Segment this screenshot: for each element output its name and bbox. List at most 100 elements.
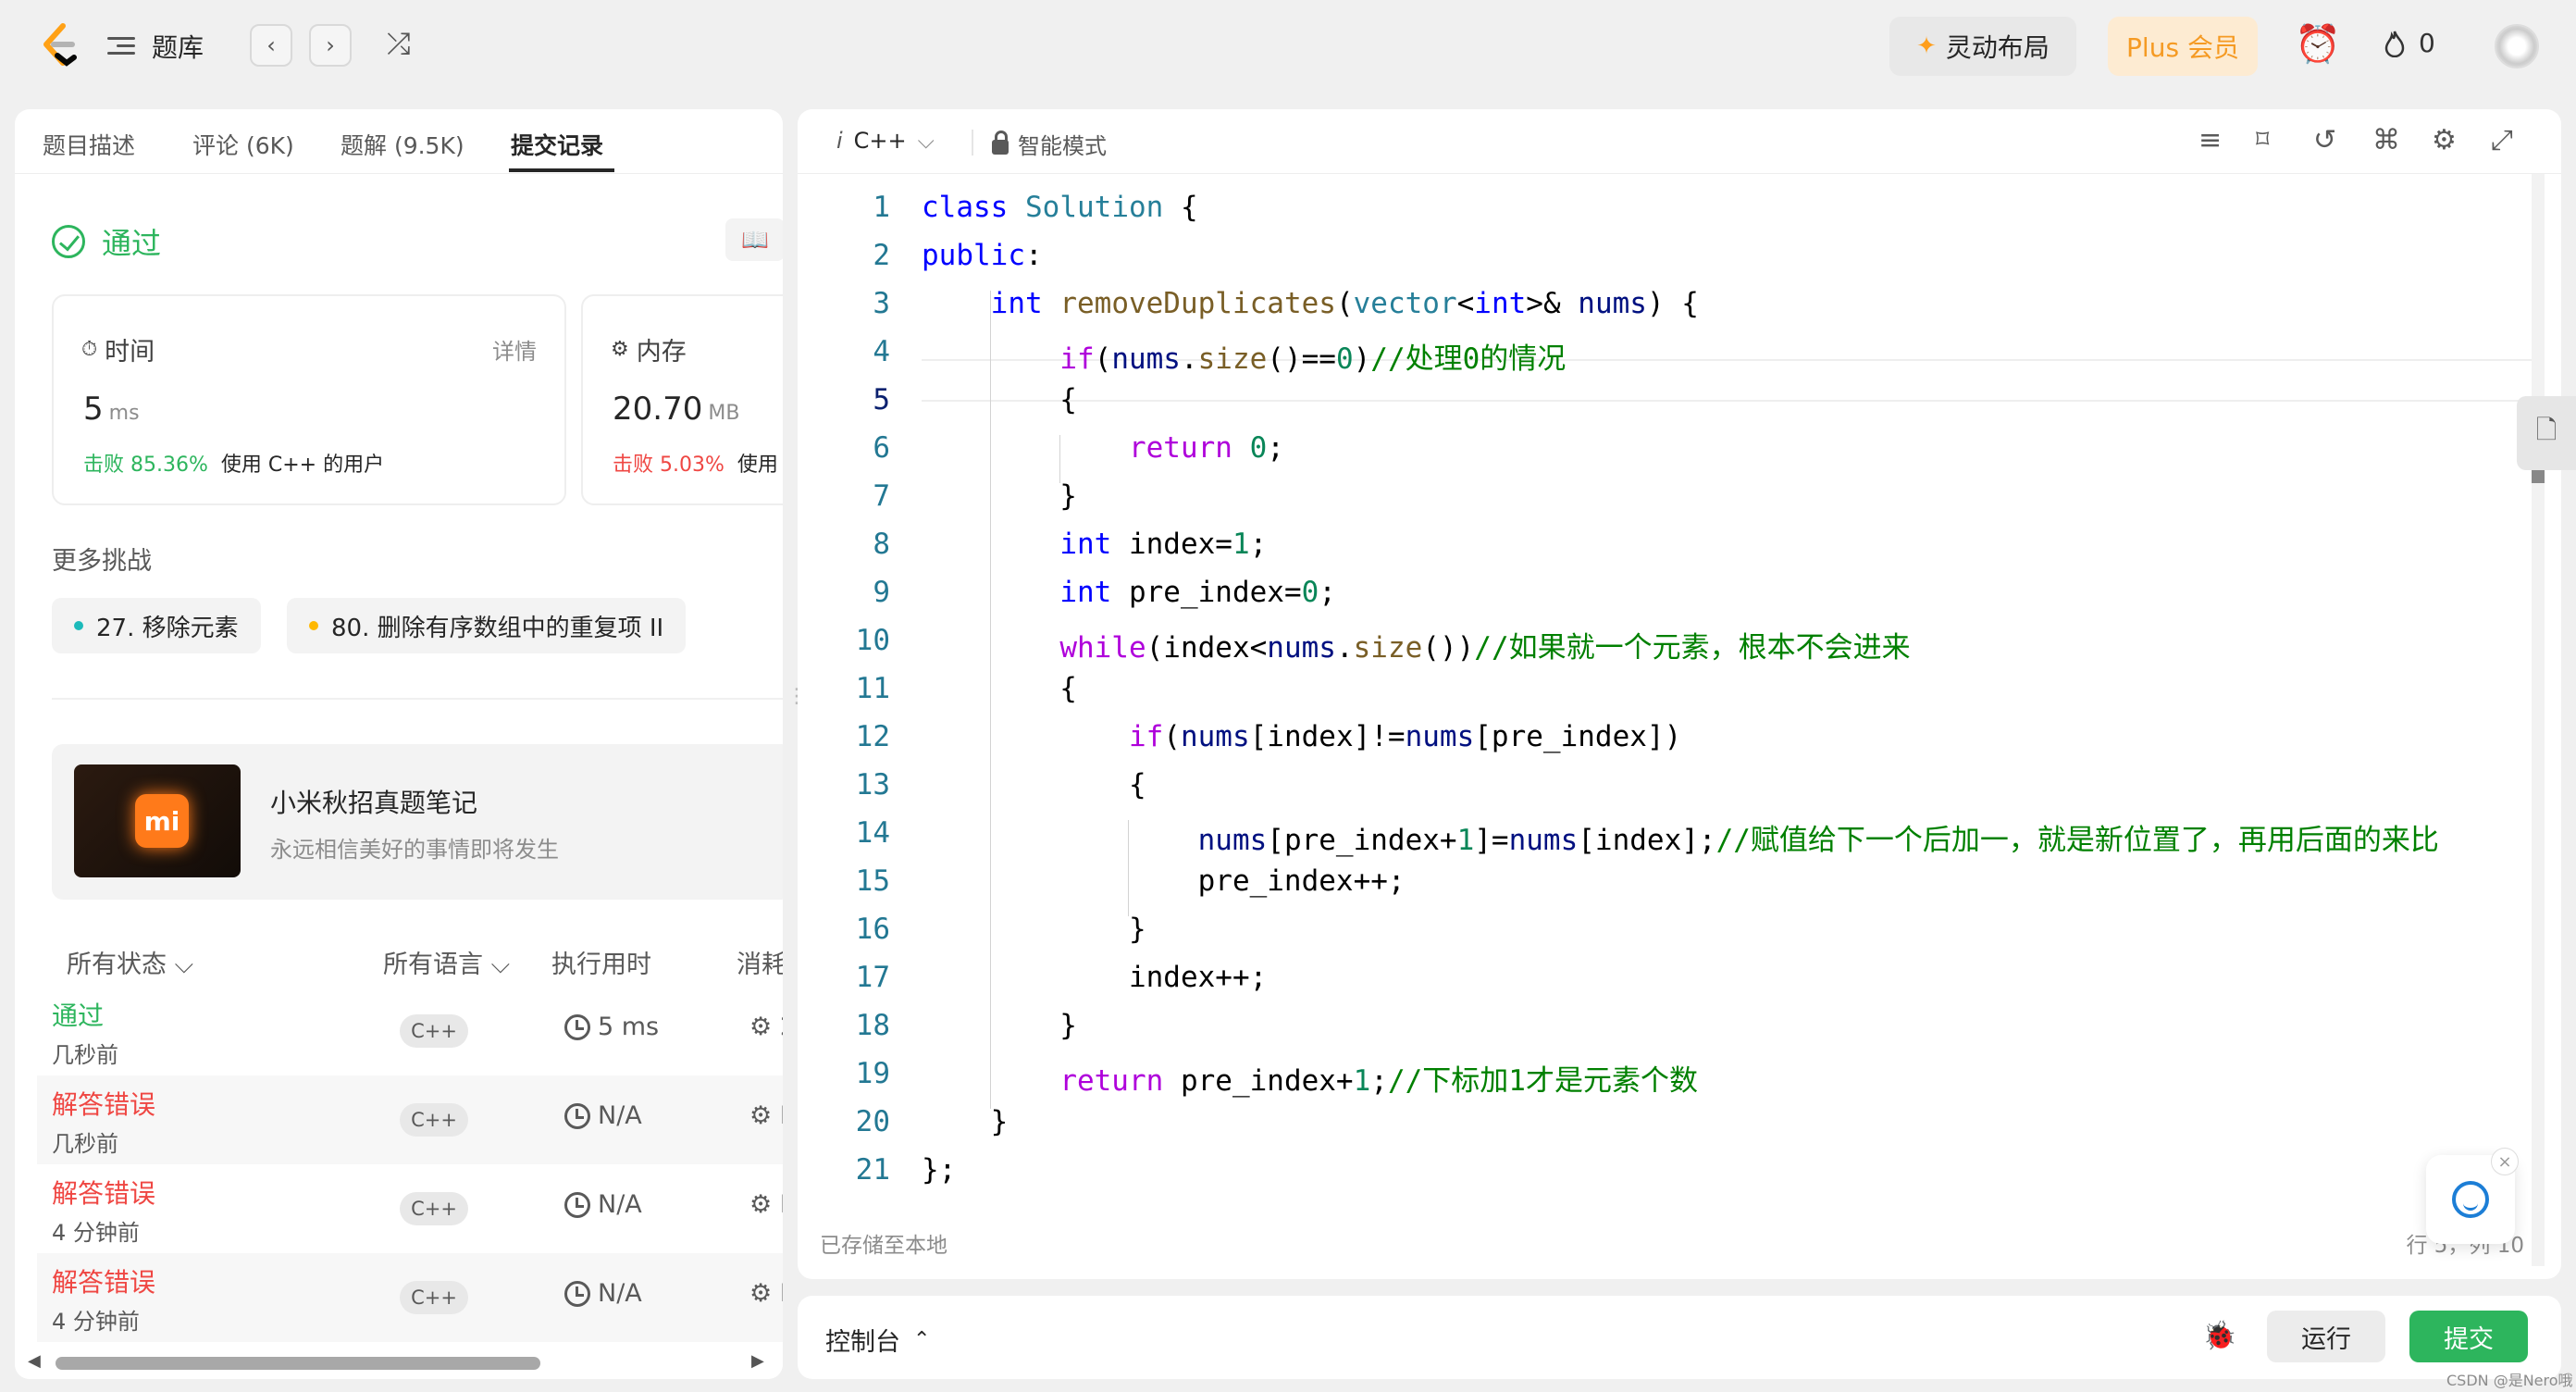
problem-library-link[interactable]: 题库 xyxy=(107,26,204,67)
run-button[interactable]: 运行 xyxy=(2267,1311,2385,1362)
language-filter[interactable]: 所有语言 ⌵ xyxy=(383,944,510,980)
console-toggle[interactable]: 控制台 ⌃ xyxy=(825,1322,930,1358)
shortcut-icon[interactable]: ⌘ xyxy=(2372,124,2400,156)
tab-comments[interactable]: 评论 (6K) xyxy=(192,128,294,161)
line-number: 2 xyxy=(873,239,890,272)
tab-description[interactable]: 题目描述 xyxy=(43,128,135,161)
scrollbar-thumb[interactable] xyxy=(56,1357,540,1370)
status-filter[interactable]: 所有状态 ⌵ xyxy=(67,944,193,980)
row-time: 4 分钟前 xyxy=(52,1220,140,1246)
row-runtime: N/A xyxy=(564,1190,642,1219)
scroll-left-icon[interactable]: ◀ xyxy=(28,1351,41,1371)
row-status[interactable]: 解答错误 xyxy=(52,1085,155,1122)
smart-mode-toggle[interactable]: 智能模式 xyxy=(992,128,1107,160)
next-problem-button[interactable]: › xyxy=(309,24,352,67)
tab-solutions[interactable]: 题解 (9.5K) xyxy=(341,128,464,161)
code-line[interactable]: } xyxy=(922,913,1146,946)
code-line[interactable]: } xyxy=(922,1105,1009,1138)
line-number: 10 xyxy=(855,624,890,657)
memory-beat: 击败 5.03% 使用 xyxy=(613,448,778,478)
notes-button[interactable]: 📖 xyxy=(725,218,783,261)
difficulty-dot xyxy=(74,621,83,630)
shuffle-icon[interactable]: ⤮ xyxy=(387,26,411,62)
clock-icon xyxy=(564,1280,590,1307)
chevron-down-icon: ⌵ xyxy=(490,951,511,979)
divider xyxy=(52,698,783,700)
close-icon[interactable]: × xyxy=(2491,1148,2519,1175)
code-line[interactable]: while(index<nums.size())//如果就一个元素，根本不会进来 xyxy=(922,624,1910,665)
row-time: 4 分钟前 xyxy=(52,1309,140,1335)
reset-icon[interactable]: ↺ xyxy=(2313,124,2336,156)
saved-status: 已存储至本地 xyxy=(820,1234,947,1258)
code-line[interactable]: }; xyxy=(922,1153,956,1187)
code-line[interactable]: if(nums.size()==0)//处理0的情况 xyxy=(922,335,1566,377)
plus-membership-button[interactable]: Plus 会员 xyxy=(2108,17,2258,76)
runtime-title: ⏱ 时间 xyxy=(81,331,155,367)
row-status[interactable]: 通过 xyxy=(52,996,104,1033)
tab-submissions[interactable]: 提交记录 xyxy=(511,128,603,161)
submit-button[interactable]: 提交 xyxy=(2409,1311,2528,1362)
line-number: 4 xyxy=(873,335,890,368)
submission-panel: 题目描述 评论 (6K) 题解 (9.5K) 提交记录 通过 📖 ⏱ 时间 详情… xyxy=(15,109,783,1379)
bookmark-icon[interactable]: ⌑ xyxy=(2256,124,2269,155)
code-line[interactable]: } xyxy=(922,1009,1077,1042)
vertical-scrollbar[interactable] xyxy=(2532,174,2545,1266)
flame-icon xyxy=(2384,31,2405,57)
code-line[interactable]: return 0; xyxy=(922,431,1284,465)
flex-layout-button[interactable]: ✦ 灵动布局 xyxy=(1889,17,2076,76)
row-status[interactable]: 解答错误 xyxy=(52,1262,155,1299)
code-line[interactable]: public: xyxy=(922,239,1043,272)
flex-layout-label: 灵动布局 xyxy=(1945,32,2050,63)
row-status[interactable]: 解答错误 xyxy=(52,1174,155,1211)
code-line[interactable]: index++; xyxy=(922,961,1267,994)
clock-icon xyxy=(564,1191,590,1218)
code-line[interactable]: { xyxy=(922,672,1077,705)
code-line[interactable]: pre_index++; xyxy=(922,864,1406,898)
code-line[interactable]: class Solution { xyxy=(922,191,1198,224)
row-runtime: 5 ms xyxy=(564,1013,659,1041)
side-notes-tab[interactable]: 🗋 xyxy=(2517,396,2576,470)
language-selector[interactable]: i C++ ⌵ xyxy=(836,128,935,154)
chip-icon: ⚙ xyxy=(749,1190,773,1219)
code-line[interactable]: int index=1; xyxy=(922,528,1267,561)
prev-problem-button[interactable]: ‹ xyxy=(250,24,292,67)
code-line[interactable]: int removeDuplicates(vector<int>& nums) … xyxy=(922,287,1699,320)
line-number: 20 xyxy=(855,1105,890,1138)
memory-column-header: 消耗 xyxy=(737,951,783,979)
code-line[interactable]: { xyxy=(922,768,1146,802)
details-link[interactable]: 详情 xyxy=(492,333,537,366)
row-runtime-value: N/A xyxy=(598,1101,642,1130)
scroll-right-icon[interactable]: ▶ xyxy=(751,1351,764,1371)
row-runtime-value: N/A xyxy=(598,1190,642,1219)
settings-gear-icon[interactable]: ⚙ xyxy=(2432,124,2457,156)
alarm-clock-icon[interactable]: ⏰ xyxy=(2295,22,2341,66)
table-row[interactable]: 通过 几秒前 C++ 5 ms ⚙ 2 xyxy=(37,987,783,1075)
challenge-chip[interactable]: 27. 移除元素 xyxy=(52,598,261,653)
row-memory-value: N xyxy=(780,1279,783,1308)
code-line[interactable]: if(nums[index]!=nums[pre_index]) xyxy=(922,720,1681,753)
streak-counter[interactable]: 0 xyxy=(2384,28,2435,58)
streak-count: 0 xyxy=(2419,28,2435,58)
xiaomi-logo-icon: mi xyxy=(135,794,189,848)
code-line[interactable]: { xyxy=(922,383,1077,416)
challenge-chip[interactable]: 80. 删除有序数组中的重复项 II xyxy=(287,598,687,653)
table-row[interactable]: 解答错误 4 分钟前 C++ N/A ⚙ N xyxy=(37,1164,783,1253)
row-memory: ⚙ N xyxy=(749,1279,783,1308)
code-line[interactable]: return pre_index+1;//下标加1才是元素个数 xyxy=(922,1057,1698,1099)
code-line[interactable]: } xyxy=(922,479,1077,513)
chevron-left-icon: ‹ xyxy=(266,32,276,58)
horizontal-scrollbar[interactable]: ◀ ▶ xyxy=(15,1346,783,1379)
leetcode-logo-icon[interactable] xyxy=(37,22,83,68)
line-number: 17 xyxy=(855,961,890,994)
code-line[interactable]: int pre_index=0; xyxy=(922,576,1336,609)
study-plan-banner[interactable]: mi 小米秋招真题笔记 永远相信美好的事情即将发生 xyxy=(52,744,783,900)
user-avatar[interactable] xyxy=(2495,24,2539,68)
table-row[interactable]: 解答错误 4 分钟前 C++ N/A ⚙ N xyxy=(37,1253,783,1342)
table-row[interactable]: 解答错误 几秒前 C++ N/A ⚙ N xyxy=(37,1075,783,1164)
row-memory-value: N xyxy=(780,1101,783,1130)
runtime-beat-suffix: 使用 C++ 的用户 xyxy=(220,454,385,477)
fullscreen-icon[interactable]: ⤢ xyxy=(2491,124,2513,156)
code-line[interactable]: nums[pre_index+1]=nums[index];//赋值给下一个后加… xyxy=(922,816,2439,858)
format-icon[interactable]: ≡ xyxy=(2198,124,2222,156)
debug-bug-icon[interactable]: 🐞 xyxy=(2202,1320,2236,1352)
